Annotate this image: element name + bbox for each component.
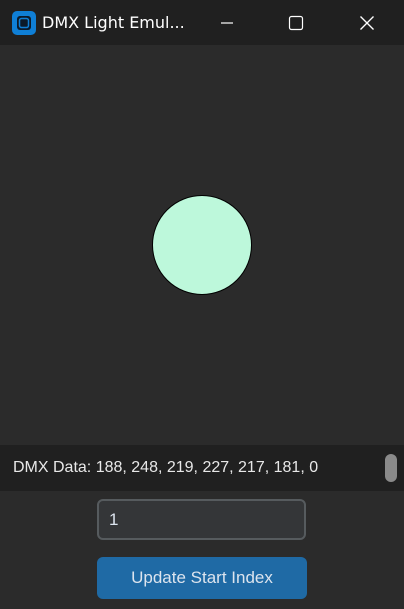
- dmx-data-bar: DMX Data: 188, 248, 219, 227, 217, 181, …: [0, 445, 404, 491]
- app-window: DMX Light Emul... DMX Data: 188, 248, 21…: [0, 0, 404, 609]
- light-indicator: [152, 195, 252, 295]
- dmx-data-label: DMX Data: 188, 248, 219, 227, 217, 181, …: [13, 459, 319, 476]
- dmx-data-scrollbar[interactable]: [385, 454, 397, 482]
- window-title: DMX Light Emul...: [42, 13, 185, 32]
- minimize-icon: [221, 21, 233, 24]
- close-icon: [360, 15, 374, 30]
- maximize-icon: [288, 15, 304, 30]
- minimize-button[interactable]: [204, 0, 250, 45]
- maximize-button[interactable]: [273, 0, 319, 45]
- app-icon: [12, 11, 36, 35]
- update-start-index-button[interactable]: Update Start Index: [97, 557, 307, 599]
- close-button[interactable]: [344, 0, 390, 45]
- title-bar[interactable]: DMX Light Emul...: [0, 0, 404, 45]
- light-canvas: [0, 45, 404, 445]
- start-index-input[interactable]: [97, 499, 306, 540]
